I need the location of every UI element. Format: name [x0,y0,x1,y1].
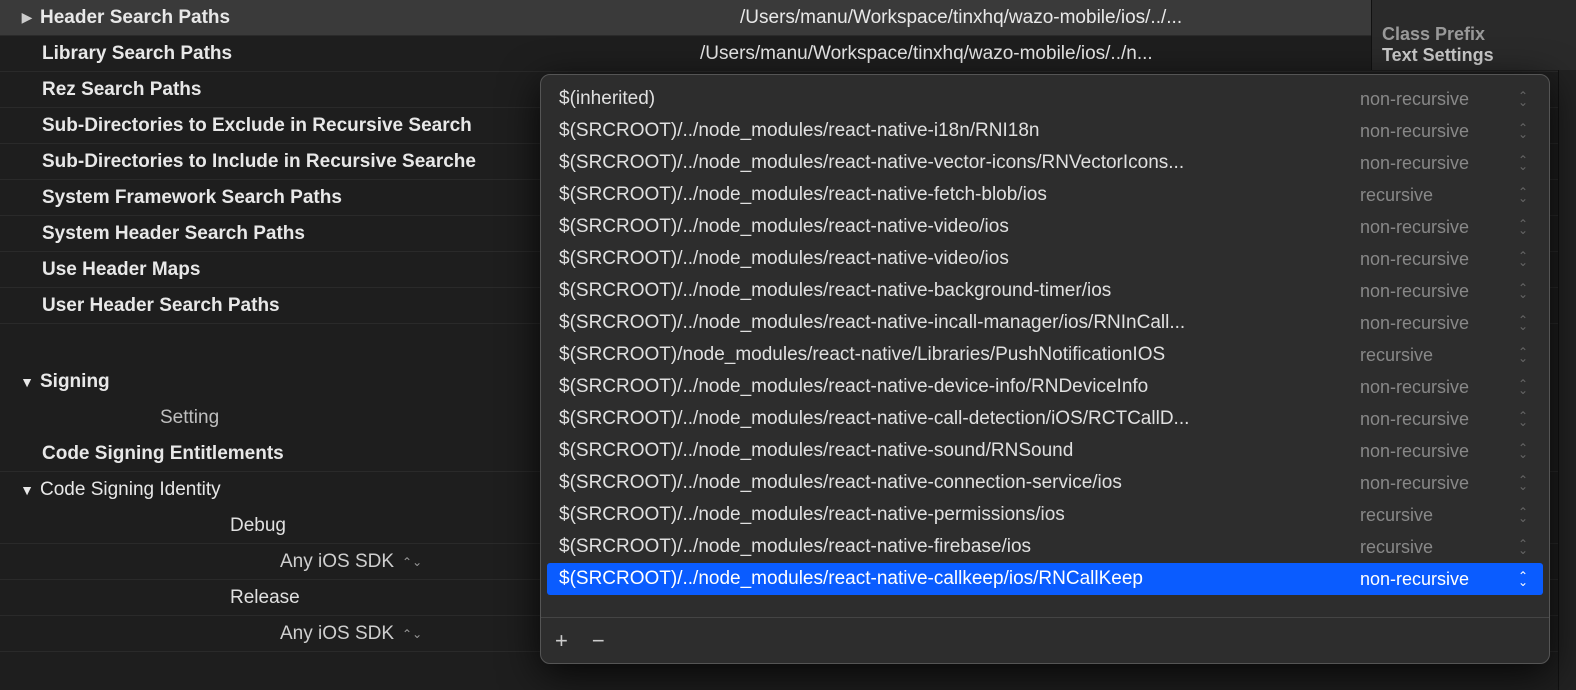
updown-arrows-icon[interactable]: ⌃⌄ [1515,285,1531,297]
search-path-text[interactable]: $(SRCROOT)/../node_modules/react-native-… [559,184,1360,206]
updown-arrows-icon[interactable]: ⌃⌄ [1515,477,1531,489]
recursion-dropdown[interactable]: non-recursive [1360,121,1515,142]
section-title: Signing [40,371,110,393]
search-path-text[interactable]: $(inherited) [559,88,1360,110]
search-path-text[interactable]: $(SRCROOT)/../node_modules/react-native-… [559,440,1360,462]
recursion-dropdown[interactable]: non-recursive [1360,569,1515,590]
disclosure-triangle-down-icon[interactable]: ▼ [18,374,36,390]
updown-arrows-icon[interactable]: ⌃⌄ [1515,221,1531,233]
setting-label: Code Signing Identity [40,479,221,501]
config-label: Debug [230,515,286,537]
updown-arrows-icon[interactable]: ⌃⌄ [402,627,422,641]
search-path-text[interactable]: $(SRCROOT)/../node_modules/react-native-… [559,376,1360,398]
search-path-text[interactable]: $(SRCROOT)/../node_modules/react-native-… [559,120,1360,142]
updown-arrows-icon[interactable]: ⌃⌄ [1515,381,1531,393]
updown-arrows-icon[interactable]: ⌃⌄ [1515,253,1531,265]
updown-arrows-icon[interactable]: ⌃⌄ [1515,573,1531,585]
remove-button[interactable]: − [592,628,605,654]
recursion-dropdown[interactable]: non-recursive [1360,441,1515,462]
search-path-text[interactable]: $(SRCROOT)/../node_modules/react-native-… [559,536,1360,558]
search-path-row[interactable]: $(SRCROOT)/../node_modules/react-native-… [547,531,1543,563]
recursion-dropdown[interactable]: non-recursive [1360,153,1515,174]
updown-arrows-icon[interactable]: ⌃⌄ [1515,125,1531,137]
updown-arrows-icon[interactable]: ⌃⌄ [1515,189,1531,201]
disclosure-triangle-down-icon[interactable]: ▼ [18,482,36,498]
search-path-row[interactable]: $(SRCROOT)/../node_modules/react-native-… [547,179,1543,211]
sdk-label: Any iOS SDK [280,551,394,573]
search-path-row[interactable]: $(SRCROOT)/../node_modules/react-native-… [547,371,1543,403]
recursion-dropdown[interactable]: recursive [1360,185,1515,206]
updown-arrows-icon[interactable]: ⌃⌄ [1515,157,1531,169]
search-path-text[interactable]: $(SRCROOT)/../node_modules/react-native-… [559,504,1360,526]
add-button[interactable]: + [555,628,568,654]
recursion-dropdown[interactable]: non-recursive [1360,249,1515,270]
sdk-label: Any iOS SDK [280,623,394,645]
right-inspector-cutoff: Class Prefix Text Settings [1371,0,1576,70]
search-path-text[interactable]: $(SRCROOT)/../node_modules/react-native-… [559,568,1360,590]
recursion-dropdown[interactable]: non-recursive [1360,217,1515,238]
setting-label: Library Search Paths [0,43,700,65]
setting-label: Header Search Paths [40,7,740,29]
inspector-label-cutoff: Class Prefix [1382,24,1566,45]
right-edge-strip [1558,70,1576,690]
search-path-row[interactable]: $(SRCROOT)/../node_modules/react-native-… [547,435,1543,467]
search-path-text[interactable]: $(SRCROOT)/node_modules/react-native/Lib… [559,344,1360,366]
search-path-row[interactable]: $(inherited)non-recursive⌃⌄ [547,83,1543,115]
disclosure-triangle-icon[interactable]: ▶ [18,9,36,26]
search-path-text[interactable]: $(SRCROOT)/../node_modules/react-native-… [559,280,1360,302]
recursion-dropdown[interactable]: non-recursive [1360,377,1515,398]
updown-arrows-icon[interactable]: ⌃⌄ [1515,317,1531,329]
recursion-dropdown[interactable]: recursive [1360,345,1515,366]
search-path-text[interactable]: $(SRCROOT)/../node_modules/react-native-… [559,248,1360,270]
search-path-row[interactable]: $(SRCROOT)/node_modules/react-native/Lib… [547,339,1543,371]
config-label: Release [230,587,300,609]
search-path-row[interactable]: $(SRCROOT)/../node_modules/react-native-… [547,563,1543,595]
recursion-dropdown[interactable]: non-recursive [1360,89,1515,110]
updown-arrows-icon[interactable]: ⌃⌄ [1515,541,1531,553]
search-path-text[interactable]: $(SRCROOT)/../node_modules/react-native-… [559,216,1360,238]
search-path-row[interactable]: $(SRCROOT)/../node_modules/react-native-… [547,499,1543,531]
search-path-row[interactable]: $(SRCROOT)/../node_modules/react-native-… [547,403,1543,435]
search-path-row[interactable]: $(SRCROOT)/../node_modules/react-native-… [547,275,1543,307]
search-path-row[interactable]: $(SRCROOT)/../node_modules/react-native-… [547,467,1543,499]
updown-arrows-icon[interactable]: ⌃⌄ [1515,413,1531,425]
setting-row-library-search-paths[interactable]: Library Search Paths /Users/manu/Workspa… [0,36,1576,72]
search-path-row[interactable]: $(SRCROOT)/../node_modules/react-native-… [547,211,1543,243]
column-label: Setting [160,407,219,429]
recursion-dropdown[interactable]: non-recursive [1360,313,1515,334]
search-path-row[interactable]: $(SRCROOT)/../node_modules/react-native-… [547,147,1543,179]
recursion-dropdown[interactable]: non-recursive [1360,473,1515,494]
recursion-dropdown[interactable]: recursive [1360,537,1515,558]
updown-arrows-icon[interactable]: ⌃⌄ [1515,509,1531,521]
search-path-row[interactable]: $(SRCROOT)/../node_modules/react-native-… [547,243,1543,275]
updown-arrows-icon[interactable]: ⌃⌄ [1515,349,1531,361]
recursion-dropdown[interactable]: non-recursive [1360,409,1515,430]
search-path-text[interactable]: $(SRCROOT)/../node_modules/react-native-… [559,152,1360,174]
updown-arrows-icon[interactable]: ⌃⌄ [1515,445,1531,457]
updown-arrows-icon[interactable]: ⌃⌄ [1515,93,1531,105]
recursion-dropdown[interactable]: non-recursive [1360,281,1515,302]
search-path-row[interactable]: $(SRCROOT)/../node_modules/react-native-… [547,115,1543,147]
setting-row-header-search-paths[interactable]: ▶ Header Search Paths /Users/manu/Worksp… [0,0,1576,36]
search-paths-list[interactable]: $(inherited)non-recursive⌃⌄$(SRCROOT)/..… [541,75,1549,617]
recursion-dropdown[interactable]: recursive [1360,505,1515,526]
popover-footer: + − [541,617,1549,663]
search-path-row[interactable]: $(SRCROOT)/../node_modules/react-native-… [547,307,1543,339]
inspector-label-cutoff: Text Settings [1382,45,1566,66]
search-path-text[interactable]: $(SRCROOT)/../node_modules/react-native-… [559,312,1360,334]
search-paths-popover: $(inherited)non-recursive⌃⌄$(SRCROOT)/..… [540,74,1550,664]
search-path-text[interactable]: $(SRCROOT)/../node_modules/react-native-… [559,408,1360,430]
updown-arrows-icon[interactable]: ⌃⌄ [402,555,422,569]
search-path-text[interactable]: $(SRCROOT)/../node_modules/react-native-… [559,472,1360,494]
